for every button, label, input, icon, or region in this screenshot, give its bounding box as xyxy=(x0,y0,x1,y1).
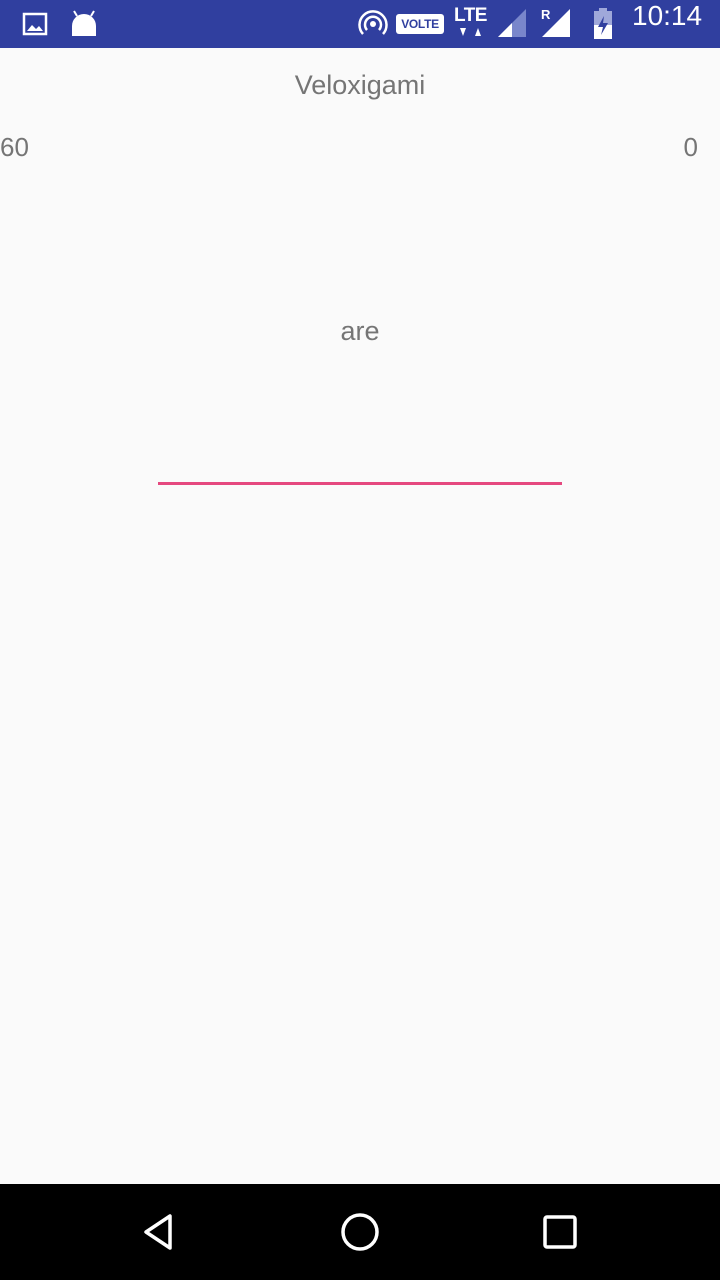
back-button[interactable] xyxy=(100,1184,220,1280)
status-bar: VOLTE LTE R 10:14 xyxy=(0,0,720,48)
battery-charging-icon xyxy=(592,0,614,48)
app-title: Veloxigami xyxy=(294,70,426,100)
back-icon xyxy=(144,1214,172,1250)
timer-counter: 60 xyxy=(0,132,29,162)
hotspot-icon xyxy=(358,0,388,48)
navigation-bar xyxy=(0,1184,720,1280)
gallery-icon xyxy=(22,0,48,48)
score-counter: 0 xyxy=(683,132,698,162)
home-button[interactable] xyxy=(300,1184,420,1280)
android-icon xyxy=(68,0,100,48)
recents-icon xyxy=(543,1215,577,1249)
data-arrows-icon xyxy=(456,10,490,40)
signal-icon xyxy=(496,0,528,48)
prompt-word: are xyxy=(340,316,380,346)
roaming-signal-icon xyxy=(540,0,572,48)
status-clock: 10:14 xyxy=(632,0,703,31)
recents-button[interactable] xyxy=(500,1184,620,1280)
home-icon xyxy=(341,1213,379,1251)
volte-badge: VOLTE xyxy=(396,14,444,34)
answer-input[interactable] xyxy=(158,438,562,485)
